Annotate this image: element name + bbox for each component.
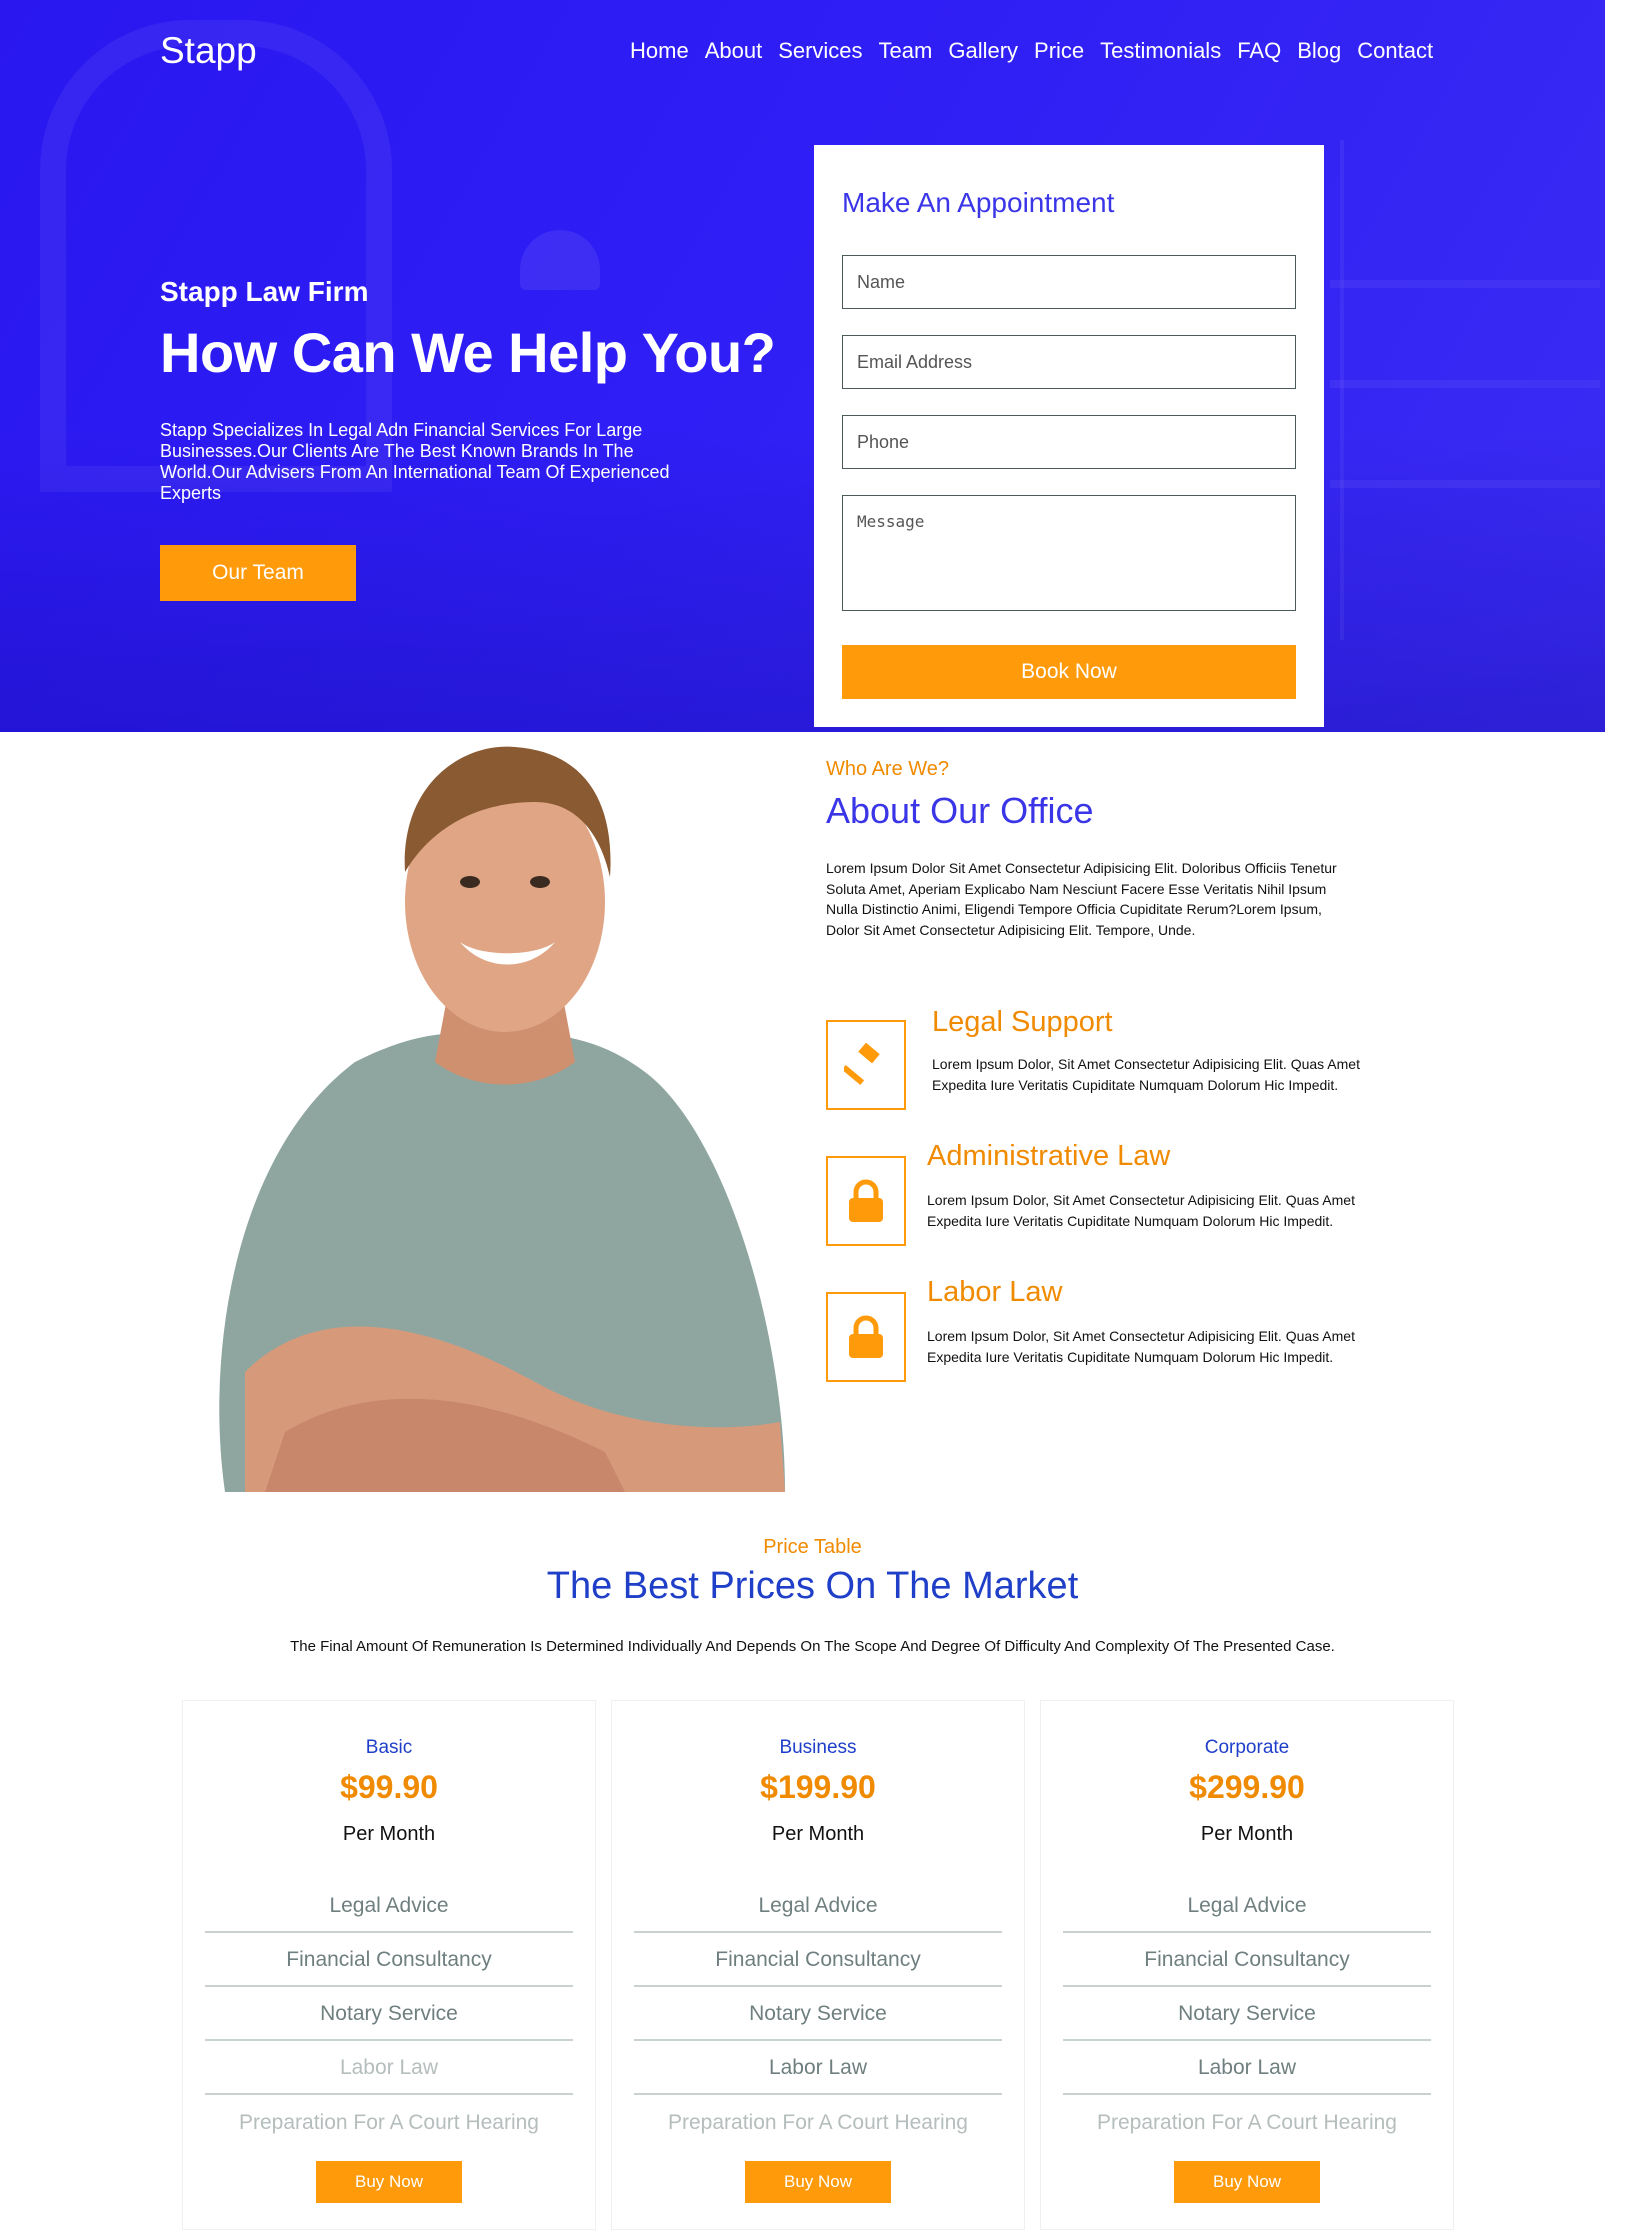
- plan-name: Corporate: [1204, 1737, 1290, 1758]
- hero-background-decoration: [1330, 280, 1600, 288]
- book-now-button[interactable]: Book Now: [842, 645, 1296, 699]
- nav-price[interactable]: Price: [1034, 38, 1084, 64]
- plan-price: $99.90: [340, 1769, 438, 1805]
- price-card-corporate: Corporate $299.90 Per Month Legal Advice…: [1040, 1700, 1454, 2230]
- buy-now-button[interactable]: Buy Now: [1174, 2161, 1320, 2203]
- pricing-subtitle: The Final Amount Of Remuneration Is Dete…: [290, 1638, 1335, 1655]
- gavel-icon: [844, 1043, 880, 1086]
- about-description: Lorem Ipsum Dolor Sit Amet Consectetur A…: [826, 860, 1337, 938]
- plan-feature: Financial Consultancy: [205, 1933, 573, 1987]
- lock-icon: [849, 1179, 883, 1222]
- service-icon-box: [826, 1020, 906, 1110]
- name-input[interactable]: Name: [842, 255, 1296, 309]
- buy-now-button[interactable]: Buy Now: [745, 2161, 891, 2203]
- pricing-eyebrow: Price Table: [763, 1536, 862, 1558]
- appointment-form: Make An Appointment Name Email Address P…: [814, 145, 1324, 727]
- service-title: Legal Support: [932, 1006, 1113, 1038]
- plan-name: Business: [779, 1737, 857, 1758]
- nav-team[interactable]: Team: [879, 38, 933, 64]
- plan-period: Per Month: [771, 1823, 865, 1845]
- plan-feature: Legal Advice: [634, 1879, 1002, 1933]
- plan-price: $199.90: [760, 1769, 876, 1805]
- service-title: Administrative Law: [927, 1140, 1171, 1172]
- plan-period: Per Month: [1200, 1823, 1294, 1845]
- hero-background-decoration: [1340, 140, 1344, 640]
- plan-feature: Financial Consultancy: [634, 1933, 1002, 1987]
- plan-price: $299.90: [1189, 1769, 1305, 1805]
- hero-description: Stapp Specializes In Legal Adn Financial…: [160, 420, 670, 503]
- plan-feature: Legal Advice: [205, 1879, 573, 1933]
- plan-feature: Preparation For A Court Hearing: [1097, 2111, 1397, 2134]
- plan-feature: Labor Law: [205, 2041, 573, 2095]
- nav-gallery[interactable]: Gallery: [948, 38, 1018, 64]
- plan-feature: Financial Consultancy: [1063, 1933, 1431, 1987]
- phone-input[interactable]: Phone: [842, 415, 1296, 469]
- plan-feature: Preparation For A Court Hearing: [239, 2111, 539, 2134]
- price-card-business: Business $199.90 Per Month Legal Advice …: [611, 1700, 1025, 2230]
- team-member-photo: [219, 746, 785, 1492]
- email-input[interactable]: Email Address: [842, 335, 1296, 389]
- nav-home[interactable]: Home: [630, 38, 689, 64]
- message-textarea[interactable]: Message: [842, 495, 1296, 611]
- plan-feature: Notary Service: [634, 1987, 1002, 2041]
- hero-title: How Can We Help You?: [160, 321, 776, 384]
- eye-shape: [530, 876, 550, 888]
- plan-feature: Notary Service: [1063, 1987, 1431, 2041]
- hero-section: Stapp Home About Services Team Gallery P…: [0, 0, 1605, 732]
- main-nav: Home About Services Team Gallery Price T…: [630, 38, 1449, 64]
- hero-eyebrow: Stapp Law Firm: [160, 276, 369, 307]
- service-title: Labor Law: [927, 1276, 1063, 1308]
- nav-contact[interactable]: Contact: [1357, 38, 1433, 64]
- our-team-button[interactable]: Our Team: [160, 545, 356, 601]
- nav-faq[interactable]: FAQ: [1237, 38, 1281, 64]
- nav-blog[interactable]: Blog: [1297, 38, 1341, 64]
- brand-logo[interactable]: Stapp: [160, 30, 257, 72]
- hero-background-decoration: [1330, 380, 1600, 388]
- pricing-title: The Best Prices On The Market: [546, 1565, 1079, 1607]
- about-eyebrow: Who Are We?: [826, 758, 950, 780]
- service-icon-box: [826, 1156, 906, 1246]
- plan-feature: Preparation For A Court Hearing: [668, 2111, 968, 2134]
- nav-testimonials[interactable]: Testimonials: [1100, 38, 1221, 64]
- buy-now-button[interactable]: Buy Now: [316, 2161, 462, 2203]
- plan-feature: Notary Service: [205, 1987, 573, 2041]
- plan-feature: Legal Advice: [1063, 1879, 1431, 1933]
- service-description: Lorem Ipsum Dolor, Sit Amet Consectetur …: [932, 1056, 1360, 1093]
- plan-period: Per Month: [342, 1823, 436, 1845]
- nav-services[interactable]: Services: [778, 38, 862, 64]
- lock-icon: [849, 1315, 883, 1358]
- eye-shape: [460, 876, 480, 888]
- service-description: Lorem Ipsum Dolor, Sit Amet Consectetur …: [927, 1328, 1355, 1365]
- service-description: Lorem Ipsum Dolor, Sit Amet Consectetur …: [927, 1192, 1355, 1229]
- about-title: About Our Office: [826, 790, 1094, 831]
- nav-about[interactable]: About: [705, 38, 763, 64]
- plan-name: Basic: [365, 1737, 413, 1758]
- price-card-basic: Basic $99.90 Per Month Legal Advice Fina…: [182, 1700, 596, 2230]
- plan-feature: Labor Law: [634, 2041, 1002, 2095]
- plan-feature: Labor Law: [1063, 2041, 1431, 2095]
- service-icon-box: [826, 1292, 906, 1382]
- hero-background-decoration: [1330, 480, 1600, 488]
- appointment-title: Make An Appointment: [842, 187, 1115, 218]
